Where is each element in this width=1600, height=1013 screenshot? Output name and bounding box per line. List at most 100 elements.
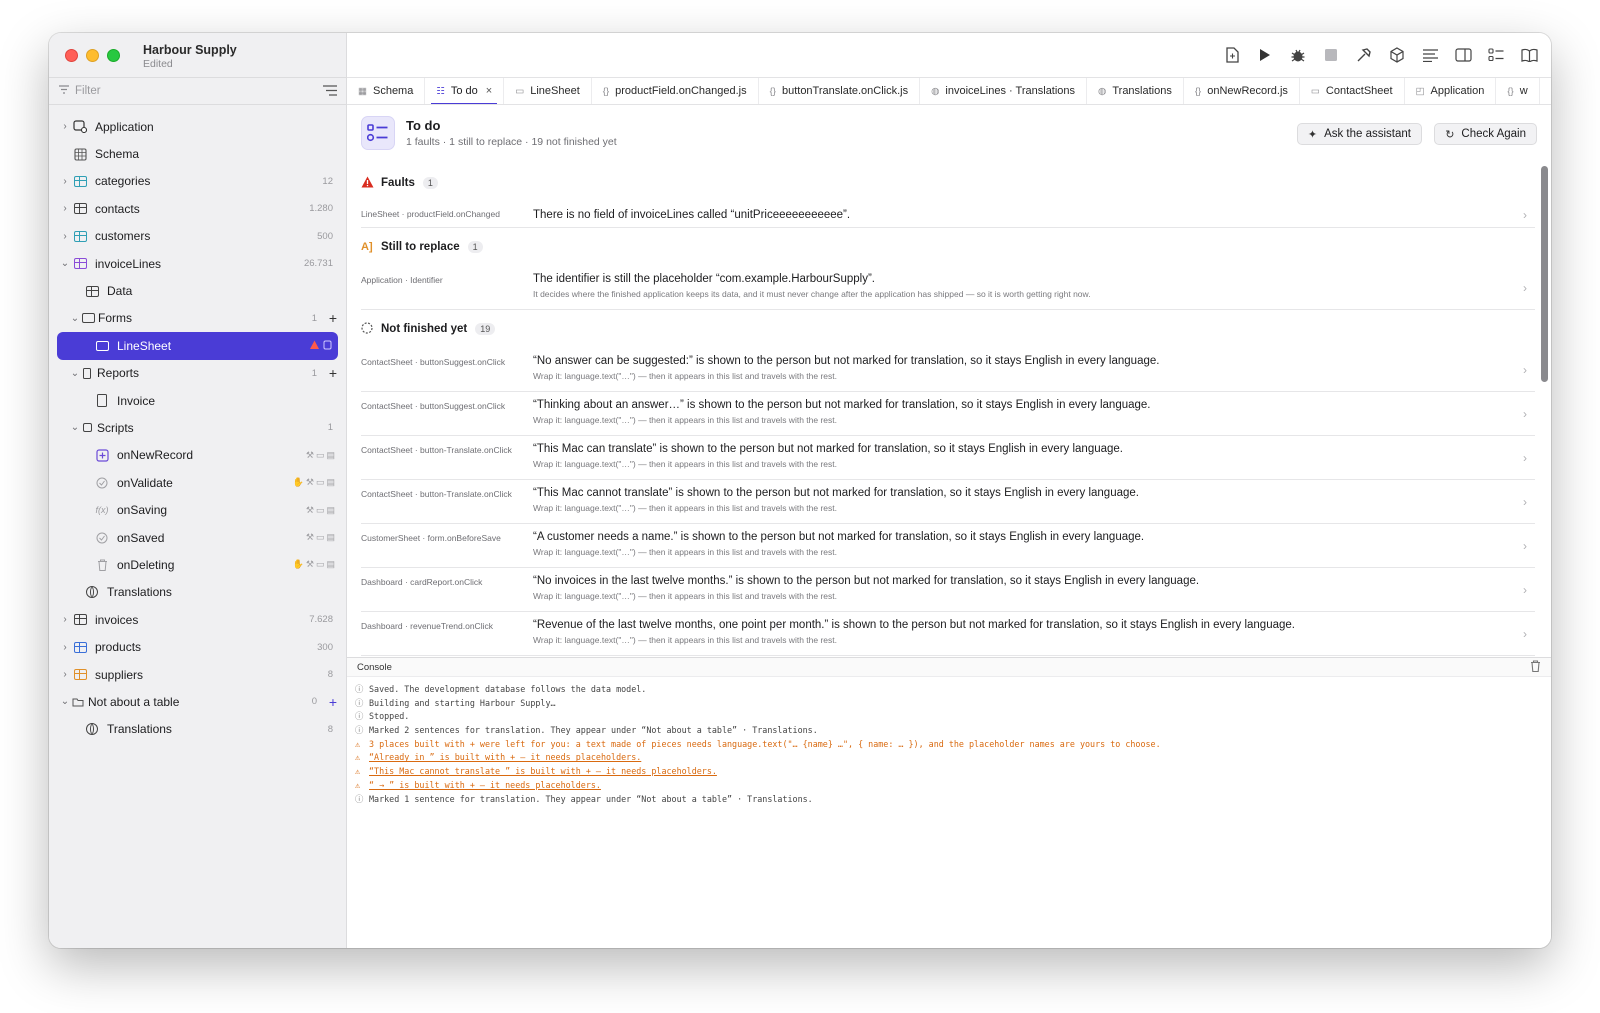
package-icon[interactable] [1387,45,1407,65]
sidebar-item-ondeleting[interactable]: onDeleting ✋⚒▭▤ [49,551,347,578]
tab-schema[interactable]: ▦ Schema [347,78,426,104]
tab-application[interactable]: ◰ Application [1405,78,1497,104]
todo-scrollbar[interactable] [1539,164,1549,657]
tab-contactsheet[interactable]: ▭ ContactSheet [1300,78,1405,104]
debug-bug-icon[interactable] [1288,45,1308,65]
sidebar-item-invoices[interactable]: › invoices 7.628 [49,606,347,633]
todo-item[interactable]: ContactSheet · buttonSuggest.onClick “Th… [361,392,1535,436]
check-again-button[interactable]: ↻ Check Again [1434,123,1537,145]
documentation-book-icon[interactable] [1519,45,1539,65]
sidebar-item-invoice-report[interactable]: Invoice [49,387,347,414]
stop-button[interactable] [1321,45,1341,65]
run-button[interactable] [1255,45,1275,65]
record-count: 26.731 [303,258,333,270]
sidebar-item-data[interactable]: Data [49,277,347,304]
todo-item[interactable]: LineSheet · productField.onChanged There… [361,202,1535,228]
chevron-down-icon[interactable]: ⌄ [59,696,71,707]
globe-icon: ◍ [931,85,940,97]
hammer-build-icon[interactable] [1354,45,1374,65]
sidebar-item-contacts[interactable]: › contacts 1.280 [49,195,347,222]
info-icon: ⓘ [355,725,364,736]
add-item-button[interactable]: + [329,694,337,710]
chevron-right-icon[interactable]: › [59,121,71,132]
clear-console-trash-icon[interactable] [1530,659,1541,675]
tab-overflow[interactable]: {} w [1496,78,1540,104]
chevron-right-icon[interactable]: › [59,203,71,214]
close-window-button[interactable] [65,49,78,62]
tab-buttontranslate-onclick[interactable]: {} buttonTranslate.onClick.js [759,78,921,104]
todo-item[interactable]: ContactSheet · button-Translate.onClick … [361,436,1535,480]
todo-item[interactable]: ContactSheet · buttonSuggest.onClick “No… [361,348,1535,392]
sidebar-item-scripts[interactable]: ⌄ Scripts 1 [49,414,347,441]
toggle-inspector-icon[interactable] [1453,45,1473,65]
tab-invoicelines-translations[interactable]: ◍ invoiceLines · Translations [920,78,1088,104]
chevron-right-icon[interactable]: › [59,669,71,680]
sidebar-item-products[interactable]: › products 300 [49,633,347,660]
chevron-right-icon[interactable]: › [59,614,71,625]
sidebar-item-global-translations[interactable]: Translations 8 [49,716,347,743]
sidebar-item-suppliers[interactable]: › suppliers 8 [49,661,347,688]
globe-icon: ◍ [1098,85,1107,97]
document-icon[interactable] [1222,45,1242,65]
app-name: Harbour Supply [143,43,237,57]
filter-input[interactable] [75,85,323,97]
chevron-right-icon[interactable]: › [59,176,71,187]
todo-item[interactable]: Dashboard · cardReport.onClick “No invoi… [361,568,1535,612]
sidebar-item-not-about-a-table[interactable]: ⌄ Not about a table 0 + [49,688,347,715]
console-warning-link[interactable]: ⚠ “ → ” is built with + — it needs placeh… [355,779,1541,793]
item-hint: Wrap it: language.text("…") — then it ap… [533,591,837,601]
chevron-down-icon[interactable]: ⌄ [69,313,81,324]
minimize-window-button[interactable] [86,49,99,62]
record-count: 500 [317,230,333,242]
tab-todo[interactable]: ☷ To do × [425,78,505,104]
item-hint: Wrap it: language.text("…") — then it ap… [533,635,837,645]
chevron-down-icon[interactable]: ⌄ [69,422,81,433]
sidebar-item-onnewrecord[interactable]: onNewRecord ⚒▭▤ [49,442,347,469]
add-form-button[interactable]: + [329,310,337,326]
chevron-right-icon[interactable]: › [59,231,71,242]
todo-item[interactable]: Dashboard · revenueTrend.onClick “Revenu… [361,612,1535,656]
console-output: ⓘ Saved. The development database follows… [355,683,1541,806]
filter-options-icon[interactable] [323,84,337,99]
ask-assistant-button[interactable]: ✦ Ask the assistant [1296,123,1422,145]
sidebar-item-onsaving[interactable]: f(x) onSaving ⚒▭▤ [49,496,347,523]
tab-onnewrecord[interactable]: {} onNewRecord.js [1184,78,1300,104]
console-warning-link[interactable]: ⚠ “This Mac cannot translate ” is built w… [355,765,1541,779]
ask-assistant-label: Ask the assistant [1324,128,1411,140]
todo-item[interactable]: ContactSheet · button-Translate.onClick … [361,480,1535,524]
table-icon [71,174,89,188]
scrollbar-thumb[interactable] [1541,166,1548,382]
sidebar-item-translations[interactable]: Translations [49,579,347,606]
format-lines-icon[interactable] [1420,45,1440,65]
sidebar-item-onsaved[interactable]: onSaved ⚒▭▤ [49,524,347,551]
section-title: Faults [381,177,415,189]
close-tab-icon[interactable]: × [486,85,492,97]
sidebar-item-customers[interactable]: › customers 500 [49,223,347,250]
item-hint: Wrap it: language.text("…") — then it ap… [533,371,837,381]
add-report-button[interactable]: + [329,365,337,381]
sidebar-item-reports[interactable]: ⌄ Reports 1 + [49,360,347,387]
zoom-window-button[interactable] [107,49,120,62]
sidebar-item-application[interactable]: › Application [49,113,347,140]
tab-linesheet[interactable]: ▭ LineSheet [504,78,592,104]
sidebar-item-schema[interactable]: Schema [49,140,347,167]
sidebar: Harbour Supply Edited › Application [49,33,347,948]
todo-item[interactable]: Application · Identifier The identifier … [361,266,1535,310]
report-icon [93,394,111,408]
placeholder-icon: A] [361,241,373,253]
sidebar-item-categories[interactable]: › categories 12 [49,168,347,195]
info-icon: ⓘ [355,697,364,708]
sidebar-item-forms[interactable]: ⌄ Forms 1 + [49,305,347,332]
todo-item[interactable]: CustomerSheet · form.onBeforeSave “A cus… [361,524,1535,568]
todo-checklist-icon[interactable] [1486,45,1506,65]
chevron-down-icon[interactable]: ⌄ [69,368,81,379]
tab-productfield-onchanged[interactable]: {} productField.onChanged.js [592,78,759,104]
chevron-right-icon[interactable]: › [59,642,71,653]
console-warning-link[interactable]: ⚠ “Already in ” is built with + — it need… [355,751,1541,765]
chevron-down-icon[interactable]: ⌄ [59,258,71,269]
tab-translations[interactable]: ◍ Translations [1087,78,1184,104]
sidebar-item-linesheet[interactable]: LineSheet [57,332,338,360]
sidebar-item-onvalidate[interactable]: onValidate ✋⚒▭▤ [49,469,347,496]
sidebar-item-invoicelines[interactable]: ⌄ invoiceLines 26.731 [49,250,347,277]
record-count: 1.280 [309,203,333,215]
